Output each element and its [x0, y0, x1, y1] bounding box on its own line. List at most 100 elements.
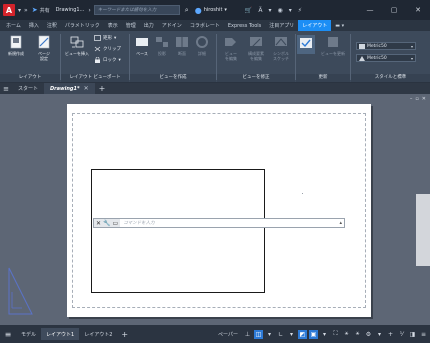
polar-icon[interactable]: ◩	[298, 329, 307, 339]
symbol-sketch-button[interactable]: シンボル スケッチ	[269, 35, 293, 61]
detail-view-button[interactable]: 詳細	[192, 35, 212, 56]
page-setup-button[interactable]: ページ 設定	[32, 35, 56, 61]
style-dropdown-1[interactable]: Metric50 ▾	[356, 42, 416, 50]
user-account[interactable]: ● hiroshit ▾	[195, 6, 227, 15]
style-dropdown-2[interactable]: Metric50 ▾	[356, 54, 416, 62]
minimize-icon[interactable]: —	[358, 6, 382, 14]
tools-icon[interactable]: ⚡	[298, 7, 302, 14]
layout1-tab[interactable]: レイアウト1	[41, 328, 80, 340]
auto-update-button[interactable]	[297, 35, 315, 54]
tab-layout[interactable]: レイアウト	[298, 20, 332, 31]
command-input[interactable]: コマンドを入力	[123, 220, 155, 226]
help-icon[interactable]: Ä	[258, 7, 262, 14]
drawing-tab[interactable]: Drawing1* ✕	[44, 83, 95, 94]
navigation-bar[interactable]	[416, 194, 430, 266]
section-view-button[interactable]: 断面	[172, 35, 192, 56]
insert-view-button[interactable]: ビューを挿入	[63, 35, 91, 56]
snap-dropdown-icon[interactable]: ▾	[265, 330, 274, 339]
page-setup-icon	[38, 35, 50, 49]
search-input[interactable]: キーワードまたは語句を入力	[93, 5, 180, 15]
snap-icon[interactable]: ◫	[254, 329, 263, 339]
minimize-viewport-icon[interactable]: –	[410, 96, 413, 102]
command-close-icon[interactable]: ✕	[96, 220, 101, 227]
layout-viewport[interactable]	[91, 169, 265, 293]
rectangular-viewport-icon	[94, 35, 101, 41]
lock-button[interactable]: ロック ▾	[94, 57, 121, 63]
tab-view[interactable]: 表示	[104, 20, 122, 31]
hamburger-menu-icon[interactable]: ≡	[0, 85, 12, 93]
tab-featured-apps[interactable]: 注目アプリ	[265, 20, 298, 31]
osnap-dropdown-icon[interactable]: ▾	[320, 330, 329, 339]
base-view-icon	[136, 38, 148, 46]
annotation-visibility-icon[interactable]: ⚹	[353, 330, 362, 339]
info-icon[interactable]: ◉	[278, 7, 283, 14]
start-tab[interactable]: スタート	[12, 83, 44, 94]
maximize-icon[interactable]: ▢	[382, 6, 406, 14]
update-view-button[interactable]: ビューを更新	[318, 35, 348, 56]
rectangular-dropdown-icon: ▾	[114, 35, 117, 41]
otrack-icon[interactable]: ⛶	[331, 330, 340, 339]
dropdown-icon[interactable]: ▾	[269, 7, 272, 14]
tab-express-tools[interactable]: Express Tools	[224, 20, 265, 31]
tab-annotate[interactable]: 注釈	[43, 20, 61, 31]
restore-viewport-icon[interactable]: ▫	[415, 96, 418, 102]
plus-icon[interactable]: +	[386, 330, 395, 339]
model-tab[interactable]: モデル	[16, 328, 41, 340]
new-tab-icon[interactable]: +	[99, 84, 106, 93]
command-settings-icon[interactable]: 🔧	[103, 220, 110, 227]
isolate-icon[interactable]: ◨	[408, 330, 417, 339]
style-dropdown-1-caret-icon: ▾	[410, 43, 413, 49]
page-setup-label: ページ 設定	[38, 51, 50, 61]
cart-icon[interactable]: 🛒	[245, 7, 252, 14]
clip-button[interactable]: クリップ	[94, 46, 121, 52]
tab-manage[interactable]: 管理	[122, 20, 140, 31]
grid-icon[interactable]: ⊥	[243, 330, 252, 339]
osnap-icon[interactable]: ▣	[309, 329, 318, 339]
command-history-icon[interactable]: ▭	[113, 220, 119, 227]
tab-addins[interactable]: アドイン	[158, 20, 186, 31]
app-logo[interactable]: A	[3, 4, 15, 16]
tab-parametric[interactable]: パラメトリック	[61, 20, 104, 31]
edit-components-button[interactable]: 構成要素 を編集	[244, 35, 268, 61]
title-chevron-icon: ›	[88, 6, 91, 14]
drawing-canvas[interactable]: – ▫ ✕	[0, 94, 430, 325]
command-dropdown-icon[interactable]: ▴	[339, 220, 342, 226]
share-button[interactable]: ➤ 共有	[32, 6, 50, 14]
command-line[interactable]: ✕ 🔧 ▭ コマンドを入力 ▴	[93, 218, 345, 228]
tab-collaborate[interactable]: コラボレート	[186, 20, 224, 31]
quick-access-toolbar: ▾ »	[18, 7, 28, 14]
units-icon[interactable]: ⅟	[397, 330, 406, 339]
ribbon-toggle-icon[interactable]: ▬ ▾	[331, 23, 348, 29]
close-tab-icon[interactable]: ✕	[84, 85, 89, 92]
annotation-scale-icon[interactable]: ⚹	[342, 330, 351, 339]
dropdown2-icon[interactable]: ▾	[289, 7, 292, 14]
close-viewport-icon[interactable]: ✕	[422, 96, 426, 102]
new-layout-button[interactable]: 新規作成	[3, 35, 29, 56]
projected-view-button[interactable]: 投影	[152, 35, 172, 56]
workspace-icon[interactable]: ⚙	[364, 330, 373, 339]
lock-label: ロック	[103, 58, 117, 63]
qa-dropdown-icon[interactable]: ▾	[18, 7, 21, 14]
edit-view-button[interactable]: ビュー を編集	[219, 35, 243, 61]
add-layout-icon[interactable]: +	[121, 330, 128, 339]
layout2-tab[interactable]: レイアウト2	[79, 328, 117, 340]
customize-icon[interactable]: ≡	[419, 330, 428, 339]
ortho-dropdown-icon[interactable]: ▾	[287, 330, 296, 339]
ortho-icon[interactable]: ∟	[276, 330, 285, 339]
share-icon: ➤	[31, 6, 38, 14]
tab-home[interactable]: ホーム	[2, 20, 25, 31]
qa-more-icon[interactable]: »	[24, 7, 28, 14]
close-icon[interactable]: ✕	[406, 6, 430, 14]
rectangular-button[interactable]: 矩形 ▾	[94, 35, 116, 41]
tab-output[interactable]: 出力	[140, 20, 158, 31]
layout-menu-icon[interactable]: ≡	[0, 330, 16, 339]
edit-components-icon	[250, 37, 262, 48]
title-tools: 🛒 Ä ▾ ◉ ▾ ⚡	[245, 7, 302, 14]
detail-view-icon	[196, 36, 208, 48]
workspace-dropdown-icon[interactable]: ▾	[375, 330, 384, 339]
base-view-button[interactable]: ベース	[132, 35, 152, 56]
search-icon[interactable]: ⌕	[182, 6, 192, 15]
style-dropdown-2-caret-icon: ▾	[410, 55, 413, 61]
tab-insert[interactable]: 挿入	[25, 20, 43, 31]
paper-space-label[interactable]: ペーパー	[218, 331, 238, 338]
